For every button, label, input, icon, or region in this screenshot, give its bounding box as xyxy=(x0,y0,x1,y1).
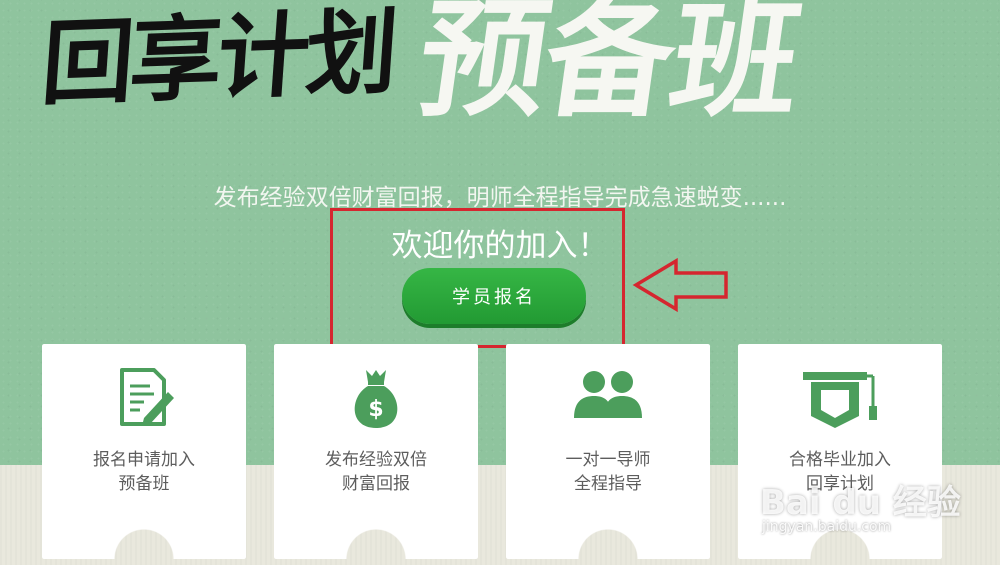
annotation-highlight-box xyxy=(330,208,625,348)
card-label: 报名申请加入 预备班 xyxy=(93,450,195,494)
graduation-cap-icon xyxy=(803,372,877,428)
svg-text:$: $ xyxy=(368,397,383,422)
card-label: 一对一导师 全程指导 xyxy=(565,450,651,494)
watermark-brand: Bai du 经验 xyxy=(760,483,961,523)
watermark-url: jingyan.baidu.com xyxy=(762,519,892,535)
step-card-mentor[interactable]: 一对一导师 全程指导 xyxy=(506,344,710,559)
annotation-arrow-icon xyxy=(632,257,728,313)
title-calligraphy-black: 回享计划 xyxy=(38,0,398,119)
application-form-icon xyxy=(120,368,174,426)
step-card-apply[interactable]: 报名申请加入 预备班 xyxy=(42,344,246,559)
step-card-reward[interactable]: $ 发布经验双倍 财富回报 xyxy=(274,344,478,559)
baidu-watermark: Bai du 经验 jingyan.baidu.com xyxy=(760,475,980,545)
card-label: 发布经验双倍 财富回报 xyxy=(325,450,427,494)
money-bag-icon: $ xyxy=(354,370,398,428)
title-calligraphy-white: 预备班 xyxy=(409,0,809,135)
hero-subtitle: 发布经验双倍财富回报，明师全程指导完成急速蜕变...... xyxy=(213,185,787,211)
mentor-pair-icon xyxy=(574,371,642,418)
